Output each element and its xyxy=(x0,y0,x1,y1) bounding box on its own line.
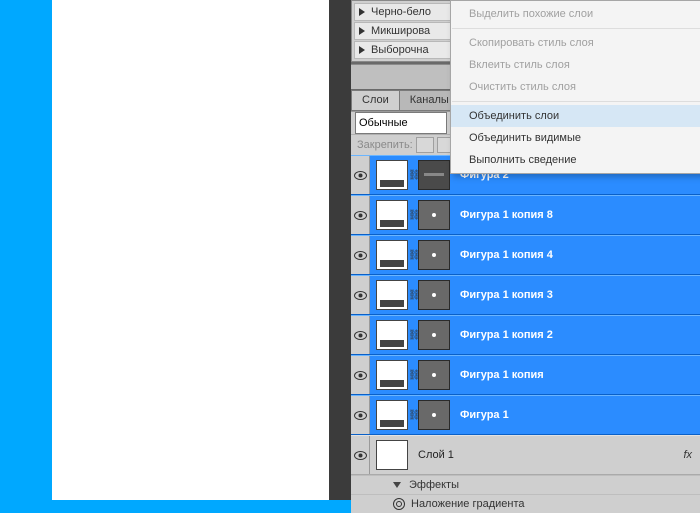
layer-row[interactable]: ⛓ Фигура 1 копия 4 xyxy=(351,235,700,275)
layer-name: Фигура 1 копия 8 xyxy=(460,209,553,221)
play-icon xyxy=(359,8,365,16)
visibility-toggle[interactable] xyxy=(351,316,370,354)
link-icon[interactable]: ⛓ xyxy=(408,210,416,221)
vector-mask-thumbnail[interactable] xyxy=(418,200,450,230)
play-icon xyxy=(359,46,365,54)
vector-mask-thumbnail[interactable] xyxy=(418,240,450,270)
layer-row[interactable]: ⛓ Фигура 1 копия xyxy=(351,355,700,395)
link-icon[interactable]: ⛓ xyxy=(408,330,416,341)
link-icon[interactable]: ⛓ xyxy=(408,410,416,421)
menu-separator xyxy=(452,28,700,29)
dot-icon xyxy=(432,253,436,257)
vector-mask-thumbnail[interactable] xyxy=(418,320,450,350)
layer-row[interactable]: Слой 1 fx xyxy=(351,435,700,475)
layer-thumbnail[interactable] xyxy=(376,200,408,230)
link-icon[interactable]: ⛓ xyxy=(408,370,416,381)
layer-list: ⛓ Фигура 2 ⛓ Фигура 1 копия 8 ⛓ Фигура 1… xyxy=(351,155,700,513)
menu-clear-style[interactable]: Очистить стиль слоя xyxy=(451,76,700,98)
layer-name: Слой 1 xyxy=(418,449,454,461)
blend-mode-select[interactable] xyxy=(355,112,447,134)
canvas-gutter xyxy=(329,0,351,500)
dot-icon xyxy=(432,293,436,297)
adj-label: Выборочна xyxy=(371,44,429,56)
menu-merge-layers[interactable]: Объединить слои xyxy=(451,105,700,127)
play-icon xyxy=(359,27,365,35)
visibility-toggle[interactable] xyxy=(351,236,370,274)
vector-mask-thumbnail[interactable] xyxy=(418,160,450,190)
dot-icon xyxy=(432,373,436,377)
layer-name: Фигура 1 копия xyxy=(460,369,544,381)
vector-mask-thumbnail[interactable] xyxy=(418,400,450,430)
link-icon[interactable]: ⛓ xyxy=(408,170,416,181)
context-menu: Выделить похожие слои Скопировать стиль … xyxy=(450,0,700,174)
layer-thumbnail[interactable] xyxy=(376,280,408,310)
lock-label: Закрепить: xyxy=(357,139,413,151)
disclosure-icon xyxy=(393,482,401,488)
layer-thumbnail[interactable] xyxy=(376,400,408,430)
layer-row[interactable]: ⛓ Фигура 1 копия 2 xyxy=(351,315,700,355)
layer-thumbnail[interactable] xyxy=(376,360,408,390)
layer-thumbnail[interactable] xyxy=(376,440,408,470)
effects-label: Эффекты xyxy=(409,479,459,491)
menu-merge-visible[interactable]: Объединить видимые xyxy=(451,127,700,149)
vector-mask-thumbnail[interactable] xyxy=(418,280,450,310)
effects-header[interactable]: Эффекты xyxy=(351,475,700,494)
effect-item[interactable]: Наложение градиента xyxy=(351,494,700,513)
visibility-toggle[interactable] xyxy=(351,436,370,474)
layer-name: Фигура 1 копия 4 xyxy=(460,249,553,261)
layer-row[interactable]: ⛓ Фигура 1 копия 3 xyxy=(351,275,700,315)
layer-thumbnail[interactable] xyxy=(376,320,408,350)
tab-layers[interactable]: Слои xyxy=(351,90,400,111)
menu-copy-style[interactable]: Скопировать стиль слоя xyxy=(451,32,700,54)
menu-separator xyxy=(452,101,700,102)
visibility-toggle[interactable] xyxy=(351,196,370,234)
adj-label: Черно-бело xyxy=(371,6,431,18)
dot-icon xyxy=(432,413,436,417)
layer-name: Фигура 1 xyxy=(460,409,509,421)
visibility-toggle[interactable] xyxy=(351,356,370,394)
menu-paste-style[interactable]: Вклеить стиль слоя xyxy=(451,54,700,76)
layer-name: Фигура 1 копия 3 xyxy=(460,289,553,301)
visibility-toggle[interactable] xyxy=(351,396,370,434)
visibility-toggle[interactable] xyxy=(351,276,370,314)
visibility-toggle[interactable] xyxy=(351,156,370,194)
lock-transparent-icon[interactable] xyxy=(416,137,434,153)
dot-icon xyxy=(432,213,436,217)
vector-mask-thumbnail[interactable] xyxy=(418,360,450,390)
adj-label: Микширова xyxy=(371,25,430,37)
layer-row[interactable]: ⛓ Фигура 1 копия 8 xyxy=(351,195,700,235)
canvas[interactable] xyxy=(52,0,329,500)
layer-thumbnail[interactable] xyxy=(376,160,408,190)
link-icon[interactable]: ⛓ xyxy=(408,250,416,261)
layer-name: Фигура 1 копия 2 xyxy=(460,329,553,341)
layer-row[interactable]: ⛓ Фигура 1 xyxy=(351,395,700,435)
layer-thumbnail[interactable] xyxy=(376,240,408,270)
fx-badge[interactable]: fx xyxy=(683,449,692,461)
dot-icon xyxy=(432,333,436,337)
link-icon[interactable]: ⛓ xyxy=(408,290,416,301)
menu-select-similar[interactable]: Выделить похожие слои xyxy=(451,3,700,25)
menu-flatten[interactable]: Выполнить сведение xyxy=(451,149,700,171)
